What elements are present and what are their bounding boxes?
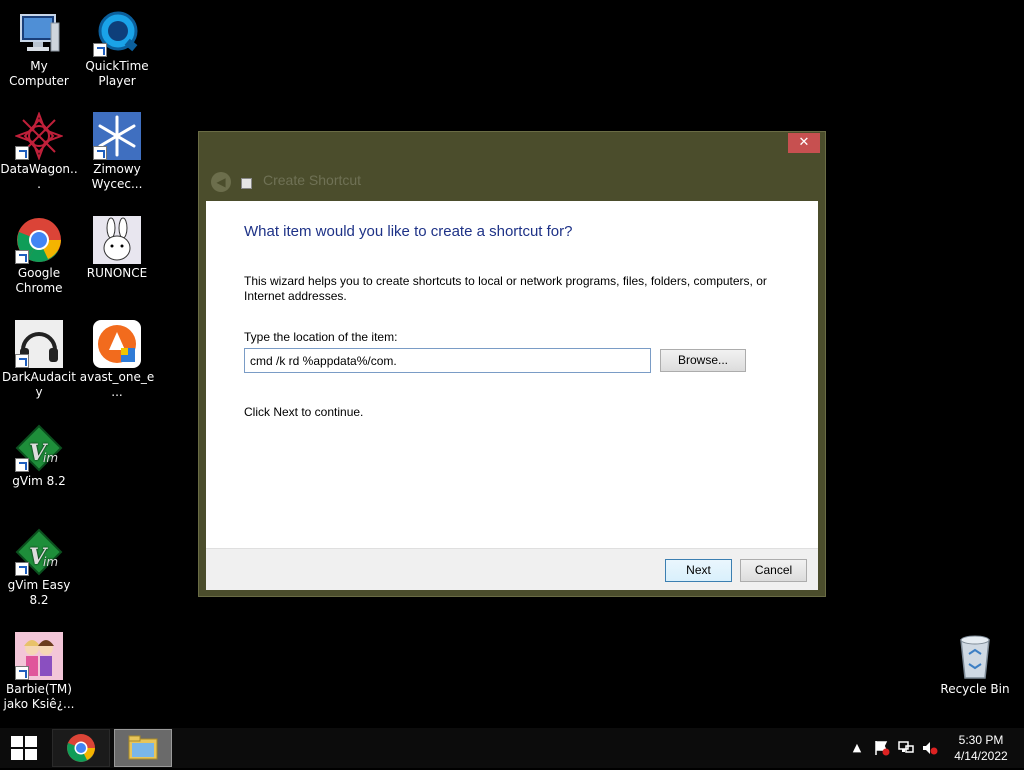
cancel-button[interactable]: Cancel	[740, 559, 807, 582]
taskbar-app-chrome[interactable]	[52, 729, 110, 767]
avast-icon	[93, 320, 141, 368]
volume-muted-icon[interactable]	[922, 740, 938, 756]
rabbit-icon	[93, 216, 141, 264]
clock-time: 5:30 PM	[958, 733, 1004, 747]
browse-button[interactable]: Browse...	[660, 349, 746, 372]
folder-icon	[128, 735, 158, 760]
chevron-up-icon[interactable]: ▲	[849, 740, 865, 756]
quicktime-icon	[93, 9, 141, 57]
desktop-icon-label: Recycle Bin	[940, 682, 1010, 696]
location-label: Type the location of the item:	[244, 330, 398, 344]
desktop-icon-runonce[interactable]: RUNONCE	[78, 216, 156, 281]
datawagon-icon	[14, 111, 64, 161]
wizard-footer: Next Cancel	[206, 548, 818, 590]
desktop-icon-datawagon[interactable]: DataWagon...	[0, 111, 78, 192]
desktop-icon-my-computer[interactable]: My Computer	[0, 9, 78, 89]
shortcut-arrow-icon	[15, 458, 29, 472]
shortcut-arrow-icon	[15, 146, 29, 160]
clock-date: 4/14/2022	[954, 749, 1008, 763]
shortcut-arrow-icon	[15, 666, 29, 680]
system-clock[interactable]: 5:30 PM 4/14/2022	[946, 732, 1016, 764]
shortcut-arrow-icon	[15, 250, 29, 264]
wizard-content: What item would you like to create a sho…	[206, 201, 818, 590]
desktop-icon-zimowy[interactable]: Zimowy Wycec...	[78, 112, 156, 192]
desktop-icon-barbie[interactable]: Barbie(TM) jako Ksiê¿...	[0, 632, 78, 712]
desktop-icon-google-chrome[interactable]: Google Chrome	[0, 216, 78, 296]
desktop-icon-label: DarkAudacity	[2, 370, 76, 399]
start-button[interactable]	[0, 728, 48, 768]
back-arrow-icon[interactable]: ◀	[211, 172, 231, 192]
continue-hint: Click Next to continue.	[244, 405, 364, 419]
desktop-icon-darkaudacity[interactable]: DarkAudacity	[0, 320, 78, 400]
computer-icon	[15, 9, 63, 57]
recycle-bin-icon	[951, 632, 999, 680]
desktop-icon-label: RUNONCE	[86, 266, 148, 280]
next-button[interactable]: Next	[665, 559, 732, 582]
dialog-title: Create Shortcut	[263, 172, 362, 188]
desktop-icon-gvim[interactable]: V im gVim 8.2	[0, 424, 78, 489]
windows-logo-pane	[25, 749, 37, 760]
wizard-heading: What item would you like to create a sho…	[244, 223, 573, 240]
taskbar-app-file-explorer[interactable]	[114, 729, 172, 767]
desktop-icon-avast[interactable]: avast_one_e...	[78, 320, 156, 400]
close-button[interactable]: ✕	[788, 133, 820, 153]
create-shortcut-dialog: ✕ ◀ Create Shortcut What item would you …	[198, 131, 826, 597]
desktop-icon-label: Google Chrome	[15, 266, 63, 295]
windows-logo-pane	[25, 736, 37, 747]
flag-icon[interactable]	[874, 740, 890, 756]
desktop-icon-label: My Computer	[9, 59, 69, 88]
desktop-icon-quicktime[interactable]: QuickTime Player	[78, 9, 156, 89]
chrome-icon	[15, 216, 63, 264]
taskbar: ▲ 5:30 PM 4/14/2022	[0, 728, 1024, 768]
location-input[interactable]	[244, 348, 651, 373]
wizard-description: This wizard helps you to create shortcut…	[244, 274, 767, 303]
shortcut-arrow-icon	[93, 43, 107, 57]
vim-icon: V im	[15, 424, 63, 472]
desktop-icon-label: Barbie(TM) jako Ksiê¿...	[3, 682, 75, 711]
desktop-icon-label: gVim Easy 8.2	[7, 578, 71, 607]
shortcut-icon	[241, 178, 252, 189]
svg-text:im: im	[43, 555, 58, 569]
windows-logo-pane	[11, 749, 23, 760]
snowflake-icon	[93, 112, 141, 160]
shortcut-arrow-icon	[15, 354, 29, 368]
chrome-icon	[67, 734, 95, 762]
shortcut-arrow-icon	[15, 562, 29, 576]
shortcut-arrow-icon	[93, 146, 107, 160]
windows-logo-icon	[11, 736, 23, 747]
svg-text:im: im	[43, 451, 58, 465]
desktop-icon-label: DataWagon...	[0, 162, 78, 191]
desktop-icon-label: avast_one_e...	[79, 370, 155, 399]
desktop-icon-recycle-bin[interactable]: Recycle Bin	[936, 632, 1014, 697]
vim-icon: V im	[15, 528, 63, 576]
desktop-icon-label: QuickTime Player	[85, 59, 149, 88]
network-icon[interactable]	[898, 740, 914, 756]
desktop-icon-label: gVim 8.2	[12, 474, 66, 488]
headphones-icon	[15, 320, 63, 368]
desktop-icon-gvim-easy[interactable]: V im gVim Easy 8.2	[0, 528, 78, 608]
barbie-icon	[15, 632, 63, 680]
desktop-icon-label: Zimowy Wycec...	[91, 162, 143, 191]
